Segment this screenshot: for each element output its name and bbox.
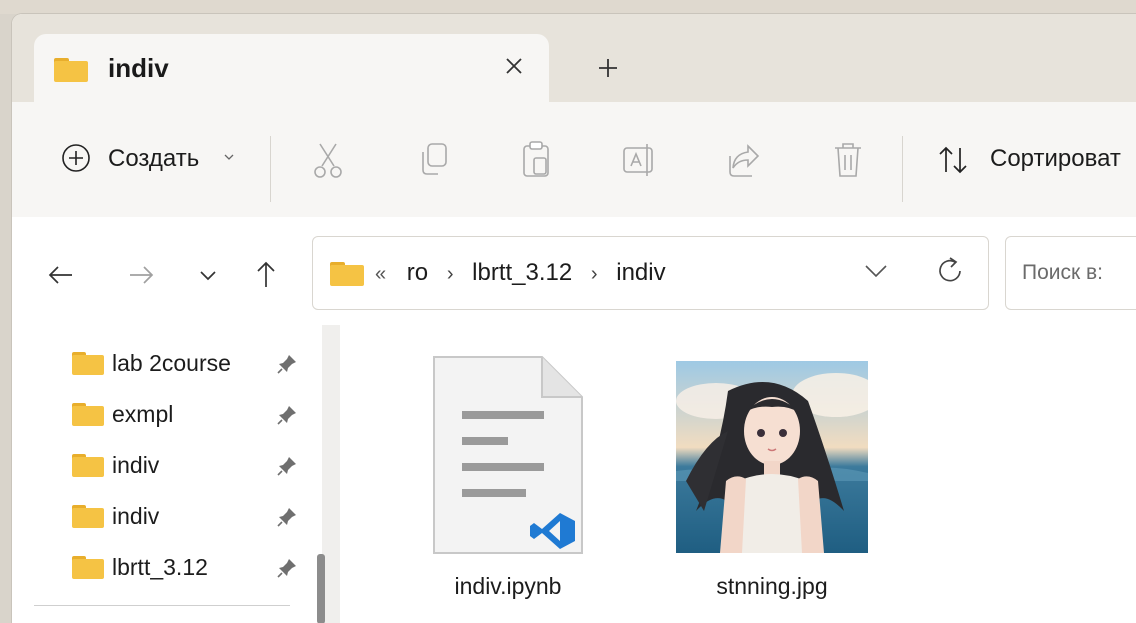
rename-icon[interactable] [620,138,660,182]
breadcrumb-item[interactable]: ro [407,259,428,286]
plus-icon[interactable] [588,48,628,88]
folder-icon [72,352,104,375]
create-button[interactable]: Создать [52,128,252,188]
pin-icon[interactable] [276,506,298,528]
sidebar-item-lab-2course[interactable]: lab 2course [68,341,308,385]
breadcrumb-separator[interactable]: › [447,263,454,285]
tab-title: indiv [108,53,169,83]
tab-bar: indiv [12,14,1136,102]
add-circle-icon [62,144,90,172]
up-arrow-icon[interactable] [246,255,286,295]
file-name: indiv.ipynb [454,573,562,599]
share-icon[interactable] [724,138,764,182]
create-label: Создать [108,145,200,172]
folder-icon [330,262,364,286]
breadcrumb-item[interactable]: indiv [616,259,665,286]
breadcrumb: « ro › lbrtt_3.12 › indiv [375,259,672,287]
chevron-down-icon [224,154,234,160]
pin-icon[interactable] [276,557,298,579]
delete-icon[interactable] [828,138,868,182]
address-bar[interactable]: « ro › lbrtt_3.12 › indiv [312,236,989,310]
sort-label: Сортироват [990,145,1121,172]
folder-icon [72,454,104,477]
sidebar-item-label: lab 2course [112,350,231,376]
sidebar-item-label: indiv [112,452,160,478]
cut-icon[interactable] [308,138,348,182]
folder-icon [72,505,104,528]
breadcrumb-overflow[interactable]: « [375,263,386,285]
image-thumbnail [676,361,868,553]
pin-icon[interactable] [276,353,298,375]
folder-icon [54,58,88,82]
toolbar-divider [902,136,903,202]
sidebar-scrollbar-thumb[interactable] [317,554,325,623]
sidebar-item-label: lbrtt_3.12 [112,554,208,580]
notebook-file-icon [433,356,583,554]
copy-icon[interactable] [414,138,454,182]
folder-icon [72,556,104,579]
sidebar-divider [34,605,290,606]
forward-arrow-icon[interactable] [122,255,162,295]
sort-arrows-icon [939,146,967,174]
sort-button[interactable]: Сортироват [932,128,1136,188]
search-box[interactable]: Поиск в: [1005,236,1136,310]
pin-icon[interactable] [276,404,298,426]
command-toolbar: Создать Сортироват [12,102,1136,218]
pin-icon[interactable] [276,455,298,477]
sidebar-item-label: exmpl [112,401,174,427]
toolbar-divider [270,136,271,202]
file-list: indiv.ipynb stnning.jpg [342,325,1136,623]
sidebar-item-label: indiv [112,503,160,529]
navigation-pane: lab 2course exmpl indiv indiv lbrtt_3.12 [12,325,340,623]
sidebar-item-exmpl[interactable]: exmpl [68,392,308,436]
navigation-bar: « ro › lbrtt_3.12 › indiv Поиск в: [12,217,1136,325]
folder-icon [72,403,104,426]
file-item-image[interactable]: stnning.jpg [646,343,868,613]
file-explorer-window: indiv Создать Сортироват « ro › lbrtt_3.… [12,14,1136,623]
desktop-background-strip [0,0,1136,14]
file-item-notebook[interactable]: indiv.ipynb [394,343,594,613]
breadcrumb-separator[interactable]: › [591,263,598,285]
tab-indiv[interactable]: indiv [34,34,549,102]
refresh-icon[interactable] [933,253,967,289]
paste-icon[interactable] [516,138,556,182]
file-name: stnning.jpg [716,573,828,599]
sidebar-item-lbrtt-3-12[interactable]: lbrtt_3.12 [68,545,308,589]
search-placeholder: Поиск в: [1022,261,1104,284]
close-icon[interactable] [494,46,534,86]
sidebar-item-indiv[interactable]: indiv [68,443,308,487]
sidebar-item-indiv[interactable]: indiv [68,494,308,538]
breadcrumb-item[interactable]: lbrtt_3.12 [472,259,572,286]
recent-locations-chevron-icon[interactable] [188,255,228,295]
back-arrow-icon[interactable] [42,255,82,295]
chevron-down-icon[interactable] [861,261,891,281]
